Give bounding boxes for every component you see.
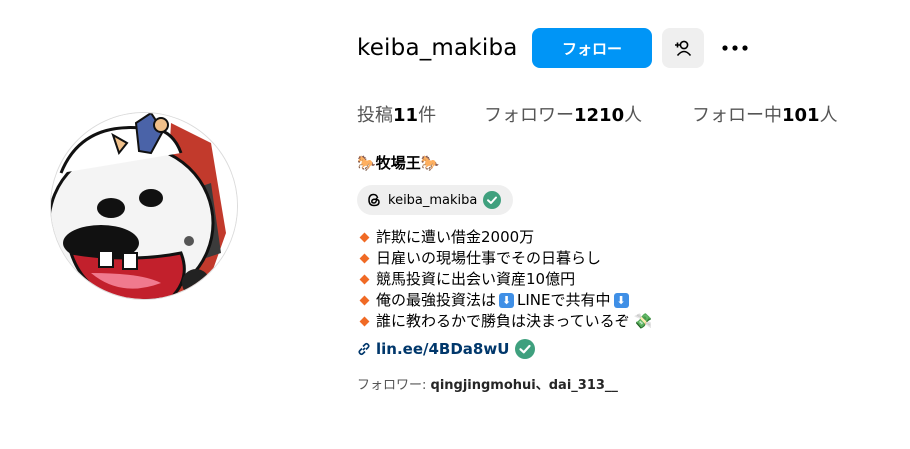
verified-check-icon: [483, 191, 502, 209]
followers-count: 1210: [574, 105, 625, 126]
orange-diamond-icon: [359, 232, 370, 243]
threads-icon: [368, 193, 380, 207]
profile-avatar[interactable]: [50, 112, 238, 300]
suggested-accounts-button[interactable]: [662, 28, 704, 68]
avatar-illustration: [51, 113, 237, 299]
display-name-text: 牧場王: [375, 154, 421, 172]
followers-prefix: フォロワー: [484, 105, 574, 126]
posts-count-stat: 投稿11件: [357, 104, 436, 128]
orange-diamond-icon: [359, 295, 370, 306]
bio-line: 詐欺に遭い借金2000万: [357, 227, 652, 248]
link-icon: [358, 342, 370, 356]
bio-text: 俺の最強投資法は: [376, 291, 497, 309]
bio-line: 競馬投資に出会い資産10億円: [357, 269, 652, 290]
down-arrow-icon: ⬇: [499, 293, 515, 308]
bio-text: 詐欺に遭い借金2000万: [376, 228, 535, 246]
followers-count-link[interactable]: フォロワー1210人: [484, 104, 642, 128]
bio-text: 日雇いの現場仕事でその日暮らし: [376, 249, 602, 267]
verified-check-icon: [515, 339, 536, 359]
followed-by[interactable]: フォロワー: qingjingmohui、dai_313__: [357, 377, 618, 395]
orange-diamond-icon: [359, 316, 370, 327]
orange-diamond-icon: [359, 253, 370, 264]
more-options-button[interactable]: [718, 30, 752, 66]
add-person-icon: [675, 40, 692, 56]
following-count: 101: [782, 105, 820, 126]
bio-text: LINEで共有中: [517, 291, 611, 309]
profile-username: keiba_makiba: [357, 35, 518, 61]
money-wings-emoji: 💸: [633, 312, 653, 330]
profile-bio: 詐欺に遭い借金2000万 日雇いの現場仕事でその日暮らし 競馬投資に出会い資産1…: [357, 227, 652, 332]
bio-line: 日雇いの現場仕事でその日暮らし: [357, 248, 652, 269]
horse-emoji-left: 🐎: [357, 154, 376, 172]
orange-diamond-icon: [359, 274, 370, 285]
posts-prefix: 投稿: [357, 105, 393, 126]
posts-count: 11: [393, 105, 419, 126]
more-options-icon: [722, 45, 748, 51]
followed-by-names: qingjingmohui、dai_313__: [430, 378, 618, 393]
follow-button[interactable]: フォロー: [532, 28, 652, 68]
followers-suffix: 人: [624, 105, 643, 126]
bio-line: 誰に教わるかで勝負は決まっているぞ 💸: [357, 311, 652, 332]
following-prefix: フォロー中: [692, 105, 782, 126]
threads-badge[interactable]: keiba_makiba: [357, 185, 513, 215]
horse-emoji-right: 🐎: [420, 154, 440, 172]
threads-handle: keiba_makiba: [388, 192, 478, 208]
down-arrow-icon: ⬇: [613, 293, 629, 308]
bio-line: 俺の最強投資法は ⬇ LINEで共有中 ⬇: [357, 290, 652, 311]
bio-text: 競馬投資に出会い資産10億円: [376, 270, 576, 288]
following-suffix: 人: [819, 105, 838, 126]
posts-suffix: 件: [418, 105, 437, 126]
profile-link[interactable]: lin.ee/4BDa8wU: [357, 338, 536, 360]
profile-display-name: 🐎牧場王🐎: [357, 153, 439, 173]
followed-by-prefix: フォロワー:: [357, 378, 431, 393]
profile-link-text[interactable]: lin.ee/4BDa8wU: [376, 340, 509, 358]
following-count-link[interactable]: フォロー中101人: [692, 104, 838, 128]
bio-text: 誰に教わるかで勝負は決まっているぞ: [376, 312, 630, 330]
